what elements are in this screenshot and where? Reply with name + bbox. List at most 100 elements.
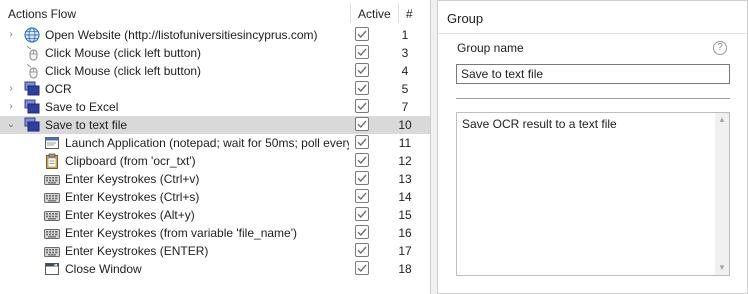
title-divider <box>438 33 747 34</box>
close-window-icon <box>44 261 60 277</box>
action-label: Save to Excel <box>45 100 119 114</box>
active-checkbox[interactable] <box>355 117 369 131</box>
checkmark-icon <box>357 120 367 129</box>
action-row[interactable]: Enter Keystrokes (Ctrl+s) 14 <box>0 188 430 206</box>
expand-arrow-icon[interactable]: › <box>5 82 17 96</box>
action-number: 14 <box>398 190 412 204</box>
action-row[interactable]: › Open Website (http://listofuniversities… <box>0 26 430 44</box>
checkmark-icon <box>357 84 367 93</box>
section-divider <box>456 98 730 99</box>
help-icon[interactable]: ? <box>713 41 727 55</box>
column-header-active[interactable]: Active <box>358 0 391 26</box>
keyboard-icon <box>44 243 60 259</box>
group-notes-text[interactable]: Save OCR result to a text file <box>462 117 617 131</box>
action-number: 18 <box>398 262 412 276</box>
globe-icon <box>24 27 40 43</box>
action-number: 10 <box>398 118 412 132</box>
action-number: 3 <box>401 46 409 60</box>
keyboard-icon <box>44 171 60 187</box>
column-divider[interactable] <box>350 3 351 23</box>
action-label: Close Window <box>65 262 142 276</box>
action-label: Launch Application (notepad; wait for 50… <box>65 136 349 150</box>
action-label: Click Mouse (click left button) <box>45 64 202 78</box>
active-checkbox[interactable] <box>355 81 369 95</box>
action-row[interactable]: Click Mouse (click left button) 4 <box>0 62 430 80</box>
checkmark-icon <box>357 192 367 201</box>
active-checkbox[interactable] <box>355 63 369 77</box>
action-number: 1 <box>401 28 409 42</box>
application-icon <box>44 135 60 151</box>
group-name-label: Group name <box>457 41 524 55</box>
keyboard-icon <box>44 207 60 223</box>
checkmark-icon <box>357 156 367 165</box>
action-row[interactable]: Clipboard (from 'ocr_txt') 12 <box>0 152 430 170</box>
action-number: 15 <box>398 208 412 222</box>
active-checkbox[interactable] <box>355 189 369 203</box>
active-checkbox[interactable] <box>355 225 369 239</box>
checkmark-icon <box>357 102 367 111</box>
group-icon <box>24 81 40 97</box>
column-divider[interactable] <box>398 3 399 23</box>
action-number: 7 <box>401 100 409 114</box>
active-checkbox[interactable] <box>355 153 369 167</box>
active-checkbox[interactable] <box>355 261 369 275</box>
action-row[interactable]: › OCR 5 <box>0 80 430 98</box>
column-header-number[interactable]: # <box>406 0 413 26</box>
group-properties-panel: Group Group name ? Save OCR result to a … <box>437 0 748 294</box>
action-label: Enter Keystrokes (Alt+y) <box>65 208 195 222</box>
group-notes-textarea[interactable]: Save OCR result to a text file ▲ ▼ <box>456 112 730 276</box>
action-label: Save to text file <box>45 118 128 132</box>
checkmark-icon <box>357 138 367 147</box>
action-row[interactable]: › Save to Excel 7 <box>0 98 430 116</box>
active-checkbox[interactable] <box>355 135 369 149</box>
checkmark-icon <box>357 210 367 219</box>
scroll-up-icon[interactable]: ▲ <box>715 113 729 127</box>
action-label: OCR <box>45 82 72 96</box>
active-checkbox[interactable] <box>355 27 369 41</box>
action-number: 4 <box>401 64 409 78</box>
column-header-actions-flow[interactable]: Actions Flow <box>8 0 76 26</box>
group-name-input[interactable] <box>456 64 730 84</box>
action-number: 12 <box>398 154 412 168</box>
expand-arrow-icon[interactable]: › <box>5 28 17 42</box>
keyboard-icon <box>44 189 60 205</box>
active-checkbox[interactable] <box>355 45 369 59</box>
action-number: 13 <box>398 172 412 186</box>
mouse-icon <box>24 63 40 79</box>
checkmark-icon <box>357 66 367 75</box>
panel-title: Group <box>447 11 484 26</box>
notes-scrollbar[interactable]: ▲ ▼ <box>715 113 729 275</box>
active-checkbox[interactable] <box>355 171 369 185</box>
checkmark-icon <box>357 174 367 183</box>
collapse-arrow-icon[interactable]: ⌄ <box>5 118 17 132</box>
action-label: Open Website (http://listofuniversitiesi… <box>45 28 318 42</box>
action-row[interactable]: Enter Keystrokes (ENTER) 17 <box>0 242 430 260</box>
action-row[interactable]: Enter Keystrokes (from variable 'file_na… <box>0 224 430 242</box>
action-label: Click Mouse (click left button) <box>45 46 202 60</box>
group-icon <box>24 99 40 115</box>
group-icon <box>24 117 40 133</box>
active-checkbox[interactable] <box>355 99 369 113</box>
action-row[interactable]: Close Window 18 <box>0 260 430 278</box>
action-row[interactable]: Click Mouse (click left button) 3 <box>0 44 430 62</box>
action-label: Enter Keystrokes (from variable 'file_na… <box>65 226 298 240</box>
action-row[interactable]: ⌄ Save to text file 10 <box>0 116 430 134</box>
scroll-down-icon[interactable]: ▼ <box>715 261 729 275</box>
action-number: 16 <box>398 226 412 240</box>
active-checkbox[interactable] <box>355 243 369 257</box>
expand-arrow-icon[interactable]: › <box>5 100 17 114</box>
action-number: 5 <box>401 82 409 96</box>
action-number: 17 <box>398 244 412 258</box>
action-row[interactable]: Enter Keystrokes (Alt+y) 15 <box>0 206 430 224</box>
action-row[interactable]: Enter Keystrokes (Ctrl+v) 13 <box>0 170 430 188</box>
checkmark-icon <box>357 228 367 237</box>
checkmark-icon <box>357 48 367 57</box>
actions-flow-panel: Actions Flow Active # › Open Website (htt… <box>0 0 431 294</box>
action-label: Clipboard (from 'ocr_txt') <box>65 154 196 168</box>
action-label: Enter Keystrokes (ENTER) <box>65 244 209 258</box>
keyboard-icon <box>44 225 60 241</box>
active-checkbox[interactable] <box>355 207 369 221</box>
mouse-icon <box>24 45 40 61</box>
action-row[interactable]: Launch Application (notepad; wait for 50… <box>0 134 430 152</box>
checkmark-icon <box>357 264 367 273</box>
